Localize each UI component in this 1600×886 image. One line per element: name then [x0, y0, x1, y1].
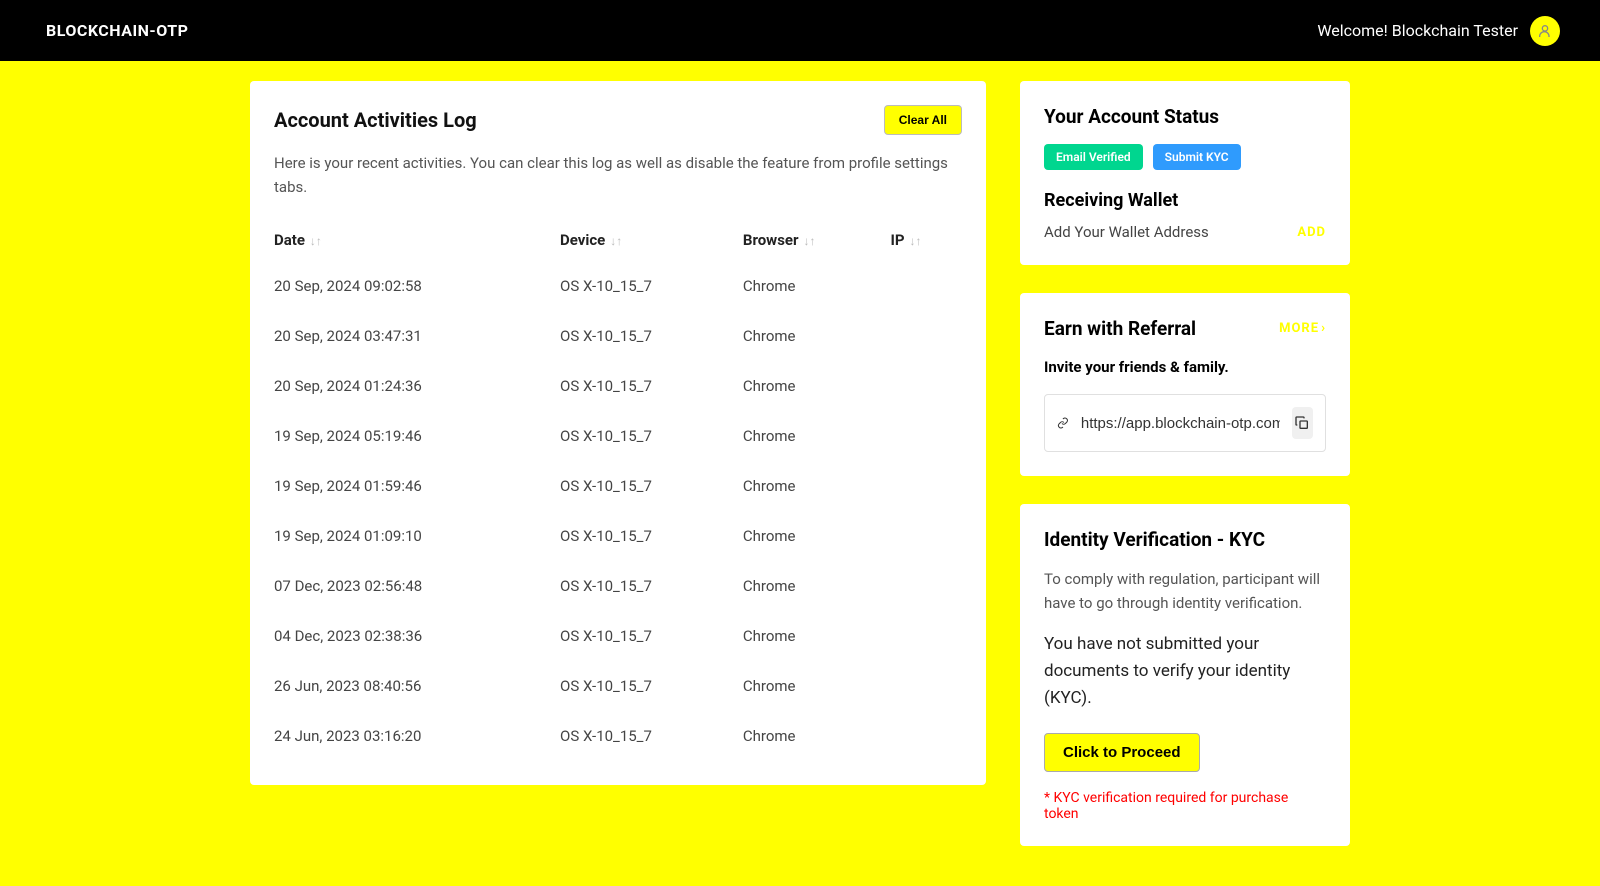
activities-subtitle: Here is your recent activities. You can …: [274, 151, 962, 199]
cell-ip: [890, 511, 962, 561]
brand-logo[interactable]: BLOCKCHAIN-OTP: [40, 17, 194, 44]
copy-button[interactable]: [1292, 407, 1313, 439]
chevron-right-icon: ›: [1321, 321, 1326, 336]
referral-url-input[interactable]: [1081, 415, 1280, 432]
cell-browser: Chrome: [743, 561, 891, 611]
referral-url-field: [1044, 394, 1326, 452]
link-icon: [1057, 414, 1069, 432]
cell-device: OS X-10_15_7: [560, 661, 743, 711]
kyc-note: * KYC verification required for purchase…: [1044, 790, 1326, 822]
cell-device: OS X-10_15_7: [560, 611, 743, 661]
referral-title: Earn with Referral: [1044, 317, 1196, 340]
cell-date: 20 Sep, 2024 01:24:36: [274, 361, 560, 411]
cell-date: 20 Sep, 2024 09:02:58: [274, 261, 560, 311]
receiving-wallet-title: Receiving Wallet: [1044, 190, 1326, 211]
col-browser[interactable]: Browser ↓↑: [743, 219, 891, 261]
cell-date: 26 Jun, 2023 08:40:56: [274, 661, 560, 711]
cell-device: OS X-10_15_7: [560, 311, 743, 361]
cell-device: OS X-10_15_7: [560, 561, 743, 611]
email-verified-badge[interactable]: Email Verified: [1044, 144, 1143, 170]
cell-device: OS X-10_15_7: [560, 261, 743, 311]
table-row: 19 Sep, 2024 01:59:46OS X-10_15_7Chrome: [274, 461, 962, 511]
cell-ip: [890, 261, 962, 311]
add-wallet-link[interactable]: ADD: [1297, 225, 1326, 240]
activities-card: Account Activities Log Clear All Here is…: [250, 81, 986, 785]
cell-browser: Chrome: [743, 611, 891, 661]
sort-icon: ↓↑: [607, 234, 622, 248]
cell-date: 19 Sep, 2024 01:09:10: [274, 511, 560, 561]
invite-text: Invite your friends & family.: [1044, 358, 1326, 376]
cell-browser: Chrome: [743, 511, 891, 561]
activities-title: Account Activities Log: [274, 108, 477, 132]
account-status-title: Your Account Status: [1044, 105, 1326, 128]
submit-kyc-badge[interactable]: Submit KYC: [1153, 144, 1241, 170]
cell-ip: [890, 611, 962, 661]
kyc-card: Identity Verification - KYC To comply wi…: [1020, 504, 1350, 846]
cell-ip: [890, 311, 962, 361]
cell-ip: [890, 411, 962, 461]
cell-device: OS X-10_15_7: [560, 461, 743, 511]
top-navbar: BLOCKCHAIN-OTP Welcome! Blockchain Teste…: [0, 0, 1600, 61]
cell-browser: Chrome: [743, 461, 891, 511]
cell-date: 07 Dec, 2023 02:56:48: [274, 561, 560, 611]
cell-date: 20 Sep, 2024 03:47:31: [274, 311, 560, 361]
more-link[interactable]: MORE ›: [1279, 321, 1326, 336]
cell-device: OS X-10_15_7: [560, 411, 743, 461]
cell-date: 04 Dec, 2023 02:38:36: [274, 611, 560, 661]
user-icon: [1537, 23, 1553, 39]
cell-browser: Chrome: [743, 411, 891, 461]
user-avatar[interactable]: [1530, 16, 1560, 46]
table-row: 20 Sep, 2024 09:02:58OS X-10_15_7Chrome: [274, 261, 962, 311]
cell-device: OS X-10_15_7: [560, 711, 743, 761]
cell-browser: Chrome: [743, 311, 891, 361]
sort-icon: ↓↑: [907, 234, 922, 248]
sort-icon: ↓↑: [307, 234, 322, 248]
cell-ip: [890, 661, 962, 711]
cell-device: OS X-10_15_7: [560, 361, 743, 411]
proceed-button[interactable]: Click to Proceed: [1044, 733, 1200, 772]
account-status-card: Your Account Status Email Verified Submi…: [1020, 81, 1350, 265]
col-date[interactable]: Date ↓↑: [274, 219, 560, 261]
sort-icon: ↓↑: [801, 234, 816, 248]
cell-device: OS X-10_15_7: [560, 511, 743, 561]
col-ip[interactable]: IP ↓↑: [890, 219, 962, 261]
table-row: 04 Dec, 2023 02:38:36OS X-10_15_7Chrome: [274, 611, 962, 661]
table-row: 26 Jun, 2023 08:40:56OS X-10_15_7Chrome: [274, 661, 962, 711]
clear-all-button[interactable]: Clear All: [884, 105, 962, 135]
col-device[interactable]: Device ↓↑: [560, 219, 743, 261]
cell-ip: [890, 561, 962, 611]
wallet-placeholder-text: Add Your Wallet Address: [1044, 223, 1209, 241]
cell-browser: Chrome: [743, 661, 891, 711]
cell-browser: Chrome: [743, 261, 891, 311]
cell-date: 19 Sep, 2024 01:59:46: [274, 461, 560, 511]
table-row: 19 Sep, 2024 05:19:46OS X-10_15_7Chrome: [274, 411, 962, 461]
more-label: MORE: [1279, 321, 1319, 336]
user-area: Welcome! Blockchain Tester: [1317, 16, 1560, 46]
table-row: 07 Dec, 2023 02:56:48OS X-10_15_7Chrome: [274, 561, 962, 611]
cell-date: 24 Jun, 2023 03:16:20: [274, 711, 560, 761]
cell-browser: Chrome: [743, 361, 891, 411]
kyc-description: To comply with regulation, participant w…: [1044, 567, 1326, 615]
referral-card: Earn with Referral MORE › Invite your fr…: [1020, 293, 1350, 476]
copy-icon: [1294, 415, 1310, 431]
table-row: 24 Jun, 2023 03:16:20OS X-10_15_7Chrome: [274, 711, 962, 761]
cell-ip: [890, 361, 962, 411]
activities-table: Date ↓↑ Device ↓↑ Browser ↓↑ IP ↓↑ 20 Se…: [274, 219, 962, 761]
kyc-status-text: You have not submitted your documents to…: [1044, 631, 1326, 713]
cell-ip: [890, 461, 962, 511]
welcome-text: Welcome! Blockchain Tester: [1317, 21, 1518, 40]
cell-ip: [890, 711, 962, 761]
table-row: 20 Sep, 2024 01:24:36OS X-10_15_7Chrome: [274, 361, 962, 411]
table-row: 20 Sep, 2024 03:47:31OS X-10_15_7Chrome: [274, 311, 962, 361]
table-row: 19 Sep, 2024 01:09:10OS X-10_15_7Chrome: [274, 511, 962, 561]
cell-browser: Chrome: [743, 711, 891, 761]
cell-date: 19 Sep, 2024 05:19:46: [274, 411, 560, 461]
kyc-title: Identity Verification - KYC: [1044, 528, 1326, 551]
